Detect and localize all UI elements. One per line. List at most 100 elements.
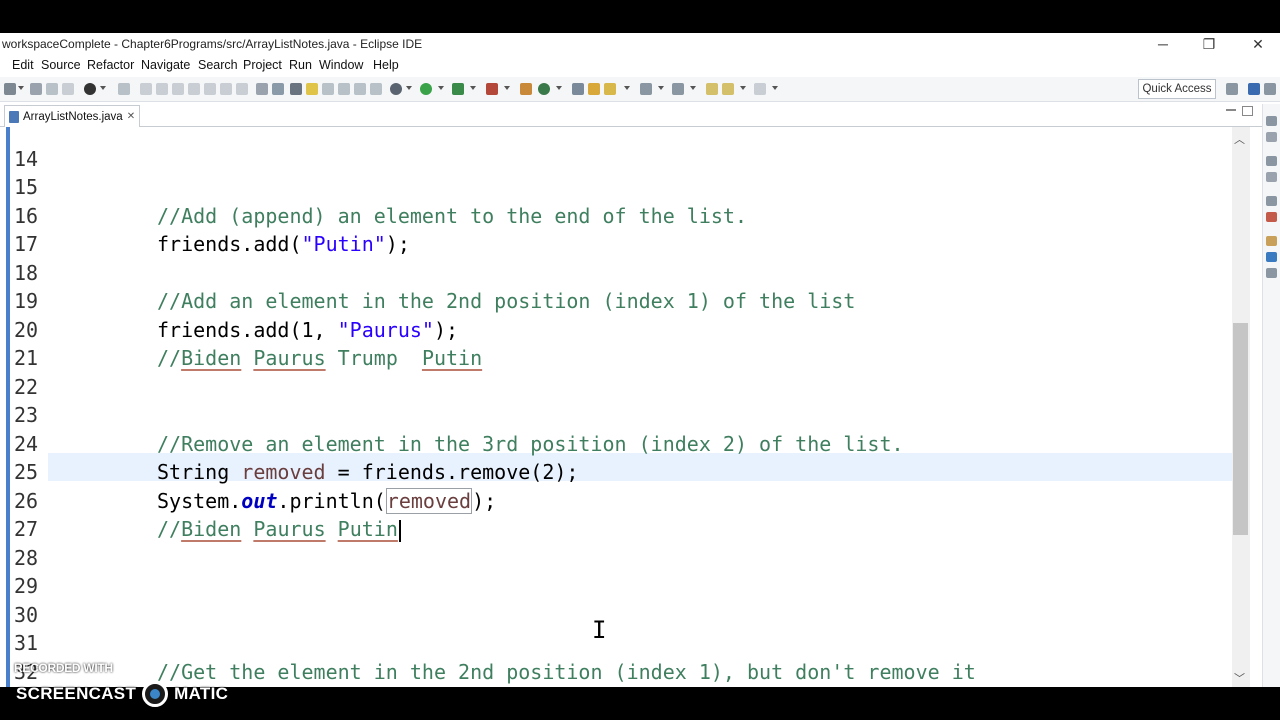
chevron-down-icon[interactable] bbox=[100, 86, 106, 90]
code-line: 14 bbox=[0, 127, 1230, 171]
close-window-button[interactable]: ✕ bbox=[1238, 35, 1278, 53]
chevron-down-icon[interactable] bbox=[18, 86, 24, 90]
debug-icon[interactable] bbox=[84, 83, 96, 95]
disconnect-icon[interactable] bbox=[188, 83, 200, 95]
chevron-down-icon[interactable] bbox=[772, 86, 778, 90]
chevron-down-icon[interactable] bbox=[624, 86, 630, 90]
chevron-down-icon[interactable] bbox=[438, 86, 444, 90]
coverage-icon[interactable] bbox=[452, 83, 464, 95]
gear-icon[interactable] bbox=[390, 83, 402, 95]
code-line: 24 String removed = friends.remove(2); bbox=[0, 401, 1230, 485]
code-editor[interactable]: 14 15 //Add (append) an element to the e… bbox=[0, 127, 1262, 687]
chevron-down-icon[interactable] bbox=[556, 86, 562, 90]
code-line: 15 //Add (append) an element to the end … bbox=[0, 145, 1230, 228]
code-line: 19 friends.add(1, "Paurus"); bbox=[0, 259, 1230, 342]
chevron-down-icon[interactable] bbox=[470, 86, 476, 90]
editor-tab[interactable]: ArrayListNotes.java ✕ bbox=[4, 105, 141, 127]
declaration-icon[interactable] bbox=[1266, 196, 1277, 206]
scroll-down-icon[interactable]: ﹀ bbox=[1234, 670, 1245, 686]
java-perspective-icon[interactable] bbox=[1248, 83, 1260, 95]
step-over-icon[interactable] bbox=[220, 83, 232, 95]
chevron-down-icon[interactable] bbox=[658, 86, 664, 90]
java-file-icon bbox=[9, 110, 19, 123]
scrollbar-thumb[interactable] bbox=[1233, 323, 1248, 535]
save-all-icon[interactable] bbox=[46, 83, 58, 95]
code-line: 26 //Biden Paurus Putin bbox=[0, 458, 1230, 542]
skip-breakpoints-icon[interactable] bbox=[118, 83, 130, 95]
resume-icon[interactable] bbox=[140, 83, 152, 95]
mouse-ibeam-cursor: I bbox=[592, 616, 607, 644]
chevron-down-icon[interactable] bbox=[690, 86, 696, 90]
new-class-icon[interactable] bbox=[538, 83, 550, 95]
menu-bar: Edit Source Refactor Navigate Search Pro… bbox=[0, 55, 1280, 76]
new-package-icon[interactable] bbox=[520, 83, 532, 95]
watermark-matic: MATIC bbox=[174, 684, 229, 703]
save-icon[interactable] bbox=[30, 83, 42, 95]
minimize-button[interactable]: ─ bbox=[1143, 35, 1183, 53]
menu-refactor[interactable]: Refactor bbox=[87, 58, 134, 72]
next-annotation-icon[interactable] bbox=[640, 83, 652, 95]
menu-run[interactable]: Run bbox=[289, 58, 312, 72]
terminal-icon[interactable] bbox=[1266, 252, 1277, 262]
console-icon[interactable] bbox=[1266, 212, 1277, 222]
chevron-down-icon[interactable] bbox=[504, 86, 510, 90]
video-top-letterbox bbox=[0, 0, 1280, 33]
back-icon[interactable] bbox=[722, 83, 734, 95]
main-toolbar: Quick Access bbox=[0, 77, 1280, 102]
new-icon[interactable] bbox=[4, 83, 16, 95]
code-line: 27 bbox=[0, 487, 1230, 541]
javadoc-icon[interactable] bbox=[1266, 172, 1277, 182]
annotation-icon[interactable] bbox=[322, 83, 334, 95]
minimize-view-icon[interactable] bbox=[1226, 109, 1236, 111]
code-line: 16 friends.add("Putin"); bbox=[0, 173, 1230, 257]
paragraph-icon[interactable] bbox=[370, 83, 382, 95]
progress-icon[interactable] bbox=[1266, 236, 1277, 246]
search-icon[interactable] bbox=[272, 83, 284, 95]
block-select-icon[interactable] bbox=[354, 83, 366, 95]
open-task-icon[interactable] bbox=[572, 83, 584, 95]
menu-project[interactable]: Project bbox=[243, 58, 282, 72]
print-icon[interactable] bbox=[62, 83, 74, 95]
last-edit-icon[interactable] bbox=[706, 83, 718, 95]
chevron-down-icon[interactable] bbox=[406, 86, 412, 90]
restore-button[interactable]: ❐ bbox=[1189, 35, 1229, 53]
quick-access-field[interactable]: Quick Access bbox=[1138, 79, 1216, 99]
scroll-up-icon[interactable]: ︿ bbox=[1234, 131, 1245, 147]
debug-perspective-icon[interactable] bbox=[1264, 83, 1276, 95]
code-line: 20 //Biden Paurus Trump Putin bbox=[0, 287, 1230, 371]
maximize-view-icon[interactable] bbox=[1242, 106, 1253, 116]
chevron-down-icon[interactable] bbox=[740, 86, 746, 90]
code-line: 18 //Add an element in the 2nd position … bbox=[0, 230, 1230, 314]
bookmarks-icon[interactable] bbox=[1266, 268, 1277, 278]
menu-edit[interactable]: Edit bbox=[12, 58, 34, 72]
run-icon[interactable] bbox=[420, 83, 432, 95]
menu-source[interactable]: Source bbox=[41, 58, 81, 72]
menu-window[interactable]: Window bbox=[319, 58, 363, 72]
code-line: 31 //Get the element in the 2nd position… bbox=[0, 601, 1230, 684]
task-list-icon[interactable] bbox=[1266, 132, 1277, 142]
external-tools-icon[interactable] bbox=[486, 83, 498, 95]
whitespace-icon[interactable] bbox=[338, 83, 350, 95]
forward-icon[interactable] bbox=[754, 83, 766, 95]
close-tab-icon[interactable]: ✕ bbox=[127, 111, 135, 122]
menu-search[interactable]: Search bbox=[198, 58, 238, 72]
terminate-icon[interactable] bbox=[172, 83, 184, 95]
step-into-icon[interactable] bbox=[204, 83, 216, 95]
edit-icon[interactable] bbox=[604, 83, 616, 95]
pin-icon[interactable] bbox=[290, 83, 302, 95]
open-folder-icon[interactable] bbox=[588, 83, 600, 95]
code-line: 21 bbox=[0, 316, 1230, 370]
problems-icon[interactable] bbox=[1266, 156, 1277, 166]
code-line: 30 bbox=[0, 572, 1230, 627]
menu-help[interactable]: Help bbox=[373, 58, 399, 72]
open-perspective-icon[interactable] bbox=[1226, 83, 1238, 95]
watermark-recorded-with: RECORDED WITH bbox=[14, 661, 113, 675]
outline-icon[interactable] bbox=[1266, 116, 1277, 126]
code-line: 22 bbox=[0, 344, 1230, 399]
menu-navigate[interactable]: Navigate bbox=[141, 58, 190, 72]
suspend-icon[interactable] bbox=[156, 83, 168, 95]
highlight-icon[interactable] bbox=[306, 83, 318, 95]
previous-annotation-icon[interactable] bbox=[672, 83, 684, 95]
step-return-icon[interactable] bbox=[236, 83, 248, 95]
open-type-icon[interactable] bbox=[256, 83, 268, 95]
